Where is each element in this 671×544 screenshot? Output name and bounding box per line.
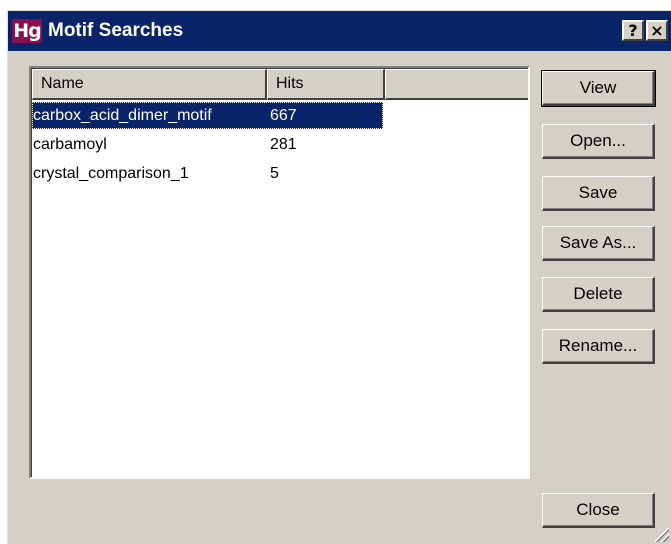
- row-hits: 281: [270, 136, 297, 153]
- close-window-button[interactable]: ×: [646, 20, 668, 41]
- resize-grip-icon[interactable]: [655, 528, 669, 542]
- open-button[interactable]: Open...: [542, 124, 655, 159]
- row-hits: 667: [270, 107, 297, 124]
- save-as-button[interactable]: Save As...: [542, 226, 655, 261]
- close-button[interactable]: Close: [542, 493, 655, 528]
- rename-button[interactable]: Rename...: [542, 329, 655, 364]
- motif-searches-dialog: Hg Motif Searches ? × Name Hits carbox_a…: [7, 10, 671, 544]
- row-name: crystal_comparison_1: [33, 165, 189, 182]
- window-title: Motif Searches: [48, 20, 184, 41]
- row-name: carbamoyl: [33, 136, 107, 153]
- row-name: carbox_acid_dimer_motif: [33, 107, 212, 124]
- row-hits: 5: [270, 165, 279, 182]
- list-row-crystal-comparison-1[interactable]: crystal_comparison_1 5: [32, 160, 528, 189]
- column-header-empty: [385, 69, 528, 100]
- list-row-carbamoyl[interactable]: carbamoyl 281: [32, 131, 528, 160]
- list-row-carbox-acid-dimer-motif[interactable]: carbox_acid_dimer_motif 667: [32, 102, 528, 131]
- view-button[interactable]: View: [541, 70, 656, 107]
- motif-list[interactable]: Name Hits carbox_acid_dimer_motif 667 ca…: [29, 66, 530, 479]
- list-header: Name Hits: [32, 69, 528, 100]
- save-button[interactable]: Save: [542, 176, 655, 211]
- title-bar[interactable]: Hg Motif Searches ? ×: [8, 11, 671, 51]
- column-header-hits[interactable]: Hits: [267, 69, 385, 100]
- help-button[interactable]: ?: [622, 20, 644, 41]
- column-header-name[interactable]: Name: [32, 69, 267, 100]
- list-rows: carbox_acid_dimer_motif 667 carbamoyl 28…: [32, 102, 528, 189]
- delete-button[interactable]: Delete: [542, 277, 655, 312]
- app-logo-icon: Hg: [12, 19, 42, 43]
